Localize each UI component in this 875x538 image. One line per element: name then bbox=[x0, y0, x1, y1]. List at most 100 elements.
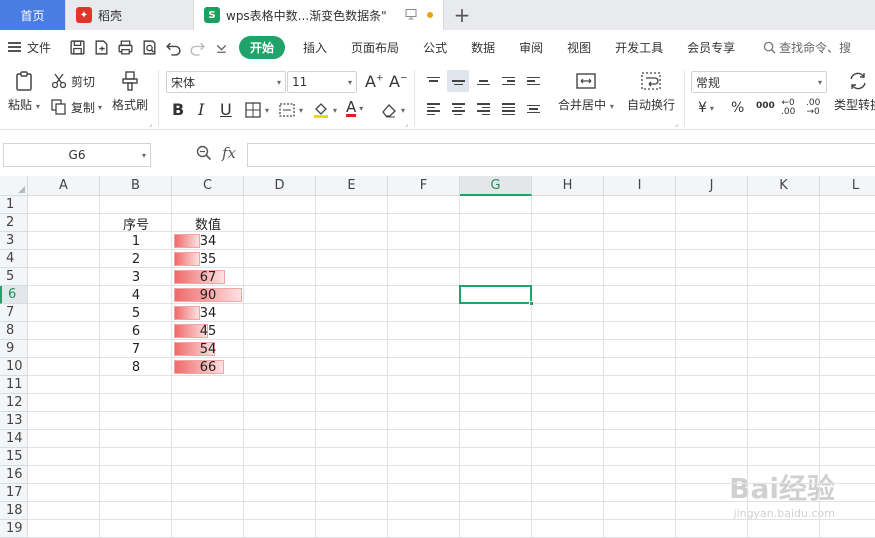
print-preview-icon[interactable] bbox=[137, 35, 161, 59]
align-bottom-icon[interactable] bbox=[472, 70, 494, 92]
cell-b4[interactable]: 2 bbox=[100, 250, 172, 268]
underline-icon[interactable]: U bbox=[220, 100, 232, 119]
decrease-decimal-icon[interactable]: .00 →0 bbox=[806, 99, 820, 117]
file-menu[interactable]: 文件 bbox=[8, 39, 51, 56]
cell-c8[interactable]: 45 bbox=[172, 322, 244, 340]
row-header-10[interactable]: 10 bbox=[0, 358, 28, 376]
row-header-16[interactable]: 16 bbox=[0, 466, 28, 484]
dialog-launcher-icon[interactable]: ⌟ bbox=[149, 120, 152, 128]
cell-c6[interactable]: 90 bbox=[172, 286, 244, 304]
cell-c9[interactable]: 54 bbox=[172, 340, 244, 358]
font-size-select[interactable]: 11 ▾ bbox=[287, 71, 357, 93]
align-left-icon[interactable] bbox=[422, 98, 444, 120]
menu-data[interactable]: 数据 bbox=[459, 39, 507, 56]
menu-view[interactable]: 视图 bbox=[555, 39, 603, 56]
undo-icon[interactable] bbox=[161, 35, 185, 59]
menu-formulas[interactable]: 公式 bbox=[411, 39, 459, 56]
italic-icon[interactable]: I bbox=[198, 100, 204, 119]
row-header-9[interactable]: 9 bbox=[0, 340, 28, 358]
column-header-a[interactable]: A bbox=[28, 176, 100, 196]
cell-c5[interactable]: 67 bbox=[172, 268, 244, 286]
distributed-align-icon[interactable] bbox=[522, 98, 544, 120]
cell-c10[interactable]: 66 bbox=[172, 358, 244, 376]
fill-handle[interactable] bbox=[529, 301, 534, 306]
column-header-h[interactable]: H bbox=[532, 176, 604, 196]
active-cell-selection[interactable] bbox=[459, 285, 532, 304]
increase-font-size-icon[interactable]: A+ bbox=[365, 72, 384, 91]
row-header-12[interactable]: 12 bbox=[0, 394, 28, 412]
tab-document[interactable]: S wps表格中数...渐变色数据条" bbox=[194, 0, 444, 30]
increase-decimal-icon[interactable]: ←0.00 bbox=[781, 99, 795, 117]
clear-button[interactable]: ▾ bbox=[380, 101, 405, 119]
row-header-15[interactable]: 15 bbox=[0, 448, 28, 466]
menu-page-layout[interactable]: 页面布局 bbox=[339, 39, 411, 56]
menu-home[interactable]: 开始 bbox=[239, 35, 286, 59]
dialog-launcher-icon[interactable]: ⌟ bbox=[405, 120, 408, 128]
customize-quick-access-icon[interactable] bbox=[209, 35, 233, 59]
tab-home[interactable]: 首页 bbox=[0, 0, 66, 30]
name-box[interactable]: G6 ▾ bbox=[3, 143, 151, 167]
column-header-l[interactable]: L bbox=[820, 176, 875, 196]
column-header-k[interactable]: K bbox=[748, 176, 820, 196]
tab-daoke[interactable]: ✦ 稻壳 bbox=[66, 0, 194, 30]
cell-b9[interactable]: 7 bbox=[100, 340, 172, 358]
monitor-icon[interactable] bbox=[405, 8, 417, 23]
row-header-13[interactable]: 13 bbox=[0, 412, 28, 430]
decrease-font-size-icon[interactable]: A− bbox=[389, 72, 408, 91]
cell-c3[interactable]: 34 bbox=[172, 232, 244, 250]
cell-b2-header-seq[interactable]: 序号 bbox=[100, 214, 172, 233]
merge-center-button[interactable]: 合并居中 ▾ bbox=[558, 70, 614, 113]
paste-button[interactable]: 粘贴 ▾ bbox=[8, 70, 40, 113]
cell-b10[interactable]: 8 bbox=[100, 358, 172, 376]
row-header-18[interactable]: 18 bbox=[0, 502, 28, 520]
export-icon[interactable] bbox=[89, 35, 113, 59]
cell-b7[interactable]: 5 bbox=[100, 304, 172, 322]
decrease-indent-icon[interactable] bbox=[497, 70, 519, 92]
align-middle-icon[interactable] bbox=[447, 70, 469, 92]
font-color-button[interactable]: A ▾ bbox=[346, 100, 363, 117]
wrap-text-button[interactable]: 自动换行 bbox=[627, 70, 675, 113]
zoom-search-icon[interactable] bbox=[196, 145, 212, 165]
thousands-separator-icon[interactable]: 000 bbox=[756, 101, 775, 111]
save-icon[interactable] bbox=[65, 35, 89, 59]
column-header-d[interactable]: D bbox=[244, 176, 316, 196]
row-header-11[interactable]: 11 bbox=[0, 376, 28, 394]
align-center-icon[interactable] bbox=[447, 98, 469, 120]
row-header-7[interactable]: 7 bbox=[0, 304, 28, 322]
new-tab-plus-icon[interactable]: + bbox=[444, 0, 480, 30]
column-header-b[interactable]: B bbox=[100, 176, 172, 196]
percent-format-icon[interactable]: % bbox=[731, 100, 744, 116]
formula-input[interactable] bbox=[247, 143, 875, 167]
column-header-g[interactable]: G bbox=[460, 176, 532, 196]
menu-review[interactable]: 审阅 bbox=[507, 39, 555, 56]
copy-button[interactable]: 复制 ▾ bbox=[50, 98, 102, 116]
font-name-select[interactable]: 宋体 ▾ bbox=[166, 71, 286, 93]
cell-b6[interactable]: 4 bbox=[100, 286, 172, 304]
menu-membership[interactable]: 会员专享 bbox=[675, 39, 747, 56]
column-header-c[interactable]: C bbox=[172, 176, 244, 196]
cell-b8[interactable]: 6 bbox=[100, 322, 172, 340]
column-header-f[interactable]: F bbox=[388, 176, 460, 196]
select-all-corner[interactable] bbox=[0, 176, 28, 196]
align-right-icon[interactable] bbox=[472, 98, 494, 120]
column-header-j[interactable]: J bbox=[676, 176, 748, 196]
column-header-i[interactable]: I bbox=[604, 176, 676, 196]
row-header-14[interactable]: 14 bbox=[0, 430, 28, 448]
command-search[interactable]: 查找命令、搜 bbox=[763, 39, 851, 56]
menu-developer[interactable]: 开发工具 bbox=[603, 39, 675, 56]
fill-color-button[interactable]: ▾ bbox=[312, 101, 337, 119]
borders-button[interactable]: ▾ bbox=[244, 101, 269, 119]
cut-button[interactable]: 剪切 bbox=[50, 72, 95, 90]
type-convert-button[interactable]: 类型转换 bbox=[834, 70, 875, 113]
row-header-19[interactable]: 19 bbox=[0, 520, 28, 538]
row-header-1[interactable]: 1 bbox=[0, 196, 28, 214]
row-header-8[interactable]: 8 bbox=[0, 322, 28, 340]
dialog-launcher-icon[interactable]: ⌟ bbox=[675, 120, 678, 128]
row-header-5[interactable]: 5 bbox=[0, 268, 28, 286]
cell-c7[interactable]: 34 bbox=[172, 304, 244, 322]
row-header-3[interactable]: 3 bbox=[0, 232, 28, 250]
row-header-2[interactable]: 2 bbox=[0, 214, 28, 232]
increase-indent-icon[interactable] bbox=[522, 70, 544, 92]
spreadsheet-grid[interactable]: Bai经验 jingyan.baidu.com ABCDEFGHIJKL1234… bbox=[0, 176, 875, 538]
row-header-17[interactable]: 17 bbox=[0, 484, 28, 502]
